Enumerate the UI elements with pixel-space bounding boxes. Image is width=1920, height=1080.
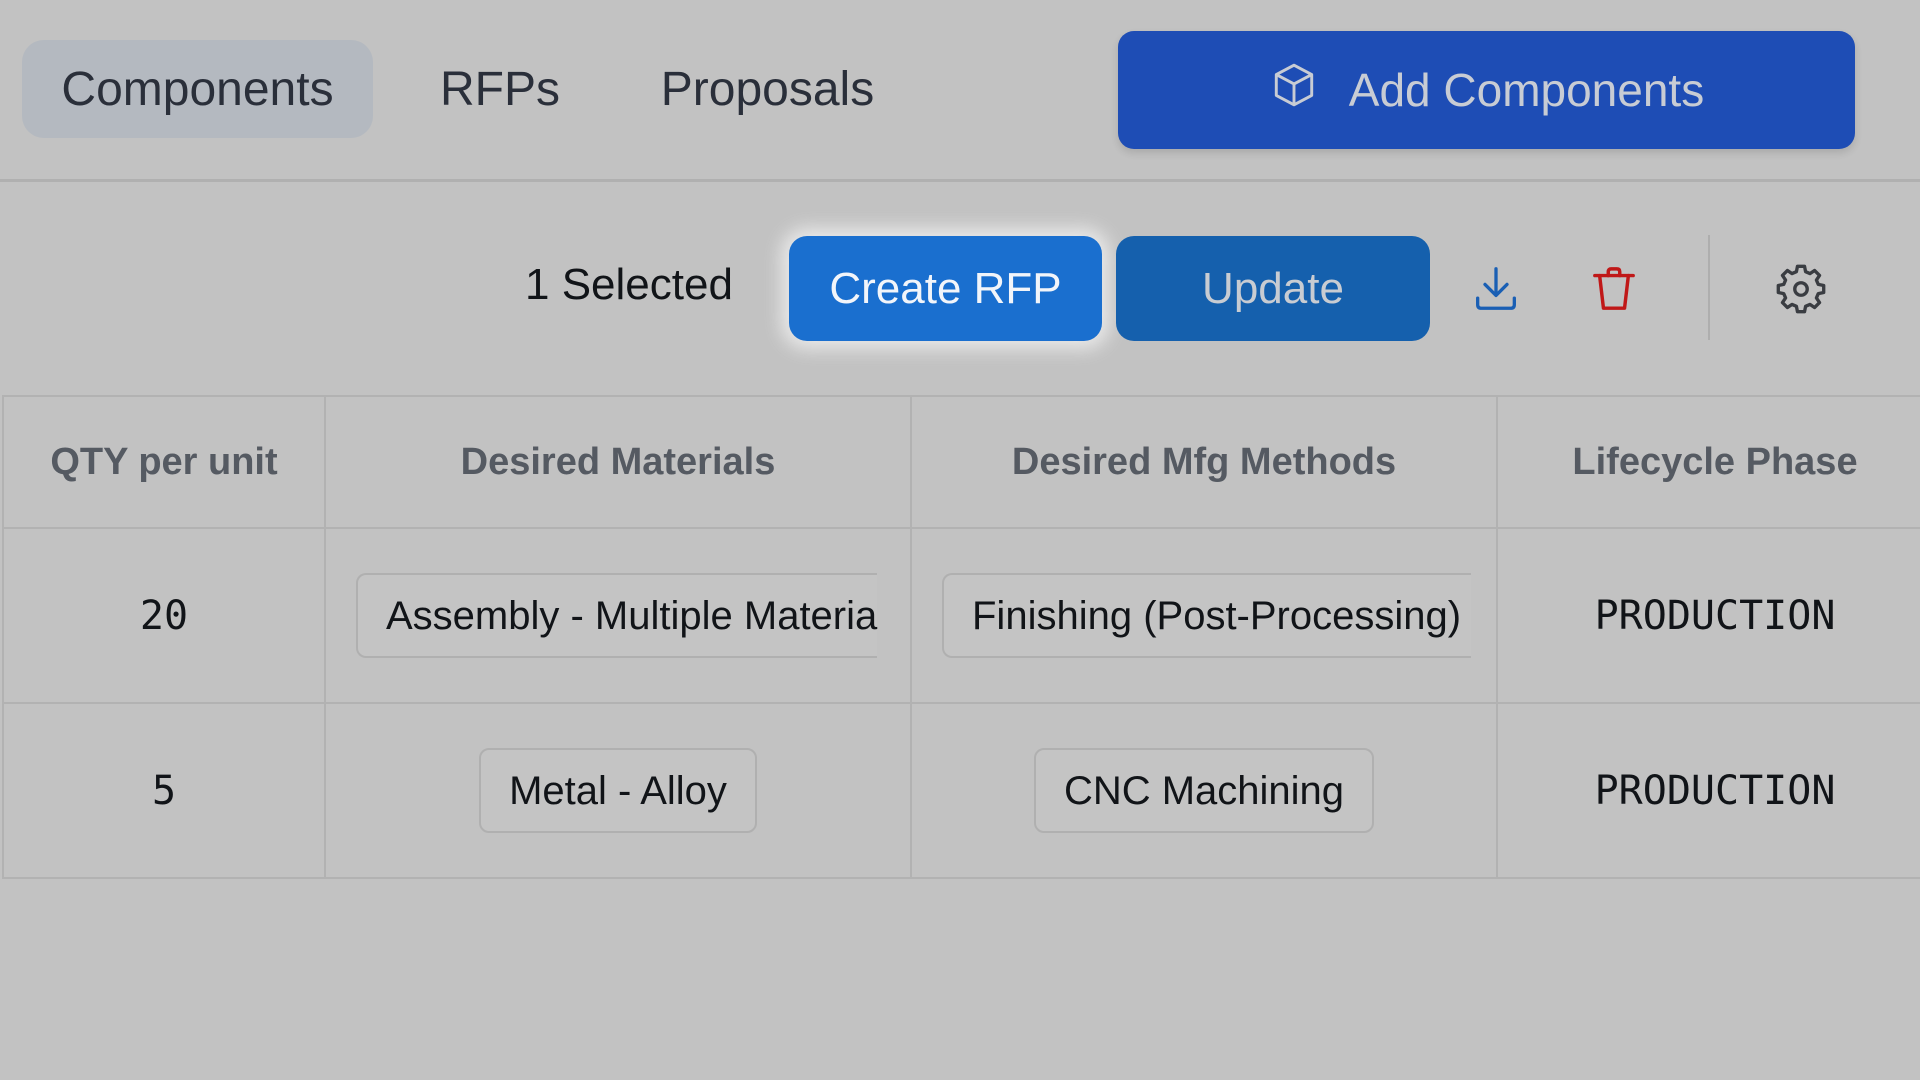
components-table: QTY per unit Desired Materials Desired M… <box>2 395 1920 879</box>
selected-count: 1 Selected <box>525 260 733 309</box>
settings-button[interactable] <box>1771 259 1831 319</box>
column-header-lifecycle[interactable]: Lifecycle Phase <box>1496 395 1920 529</box>
mfg-method-chip[interactable]: Finishing (Post-Processing) <box>942 573 1472 658</box>
column-header-materials[interactable]: Desired Materials <box>324 395 912 529</box>
delete-button[interactable] <box>1584 259 1644 319</box>
material-chip[interactable]: Metal - Alloy <box>479 748 757 833</box>
add-components-label: Add Components <box>1348 64 1705 116</box>
column-header-mfg-methods[interactable]: Desired Mfg Methods <box>910 395 1498 529</box>
table-row[interactable]: 5 Metal - Alloy CNC Machining PRODUCTION <box>2 702 1920 879</box>
qty-cell: 5 <box>2 702 326 879</box>
mfg-method-cell: CNC Machining <box>910 702 1498 879</box>
create-rfp-button[interactable]: Create RFP <box>789 236 1102 341</box>
column-header-qty[interactable]: QTY per unit <box>2 395 326 529</box>
gear-icon <box>1776 264 1826 314</box>
table-row[interactable]: 20 Assembly - Multiple Materia Finishing… <box>2 527 1920 704</box>
mfg-method-chip[interactable]: CNC Machining <box>1033 748 1375 833</box>
materials-cell: Metal - Alloy <box>324 702 912 879</box>
cube-icon <box>1269 60 1319 121</box>
material-chip[interactable]: Assembly - Multiple Materia <box>356 573 878 658</box>
tab-rfps[interactable]: RFPs <box>430 40 570 138</box>
add-components-button[interactable]: Add Components <box>1118 31 1855 149</box>
update-button[interactable]: Update <box>1116 236 1430 341</box>
trash-icon <box>1593 267 1635 310</box>
qty-cell: 20 <box>2 527 326 704</box>
tab-components[interactable]: Components <box>22 40 373 138</box>
mfg-method-cell: Finishing (Post-Processing) <box>910 527 1498 704</box>
table-header-row: QTY per unit Desired Materials Desired M… <box>2 395 1920 529</box>
lifecycle-cell: PRODUCTION <box>1496 527 1920 704</box>
page: Components RFPs Proposals Add Components… <box>0 0 1920 1080</box>
materials-cell: Assembly - Multiple Materia <box>324 527 912 704</box>
lifecycle-cell: PRODUCTION <box>1496 702 1920 879</box>
top-nav: Components RFPs Proposals Add Components <box>0 0 1920 182</box>
download-button[interactable] <box>1466 259 1526 319</box>
download-icon <box>1476 267 1516 310</box>
tab-proposals[interactable]: Proposals <box>640 40 895 138</box>
toolbar-divider <box>1708 235 1710 340</box>
